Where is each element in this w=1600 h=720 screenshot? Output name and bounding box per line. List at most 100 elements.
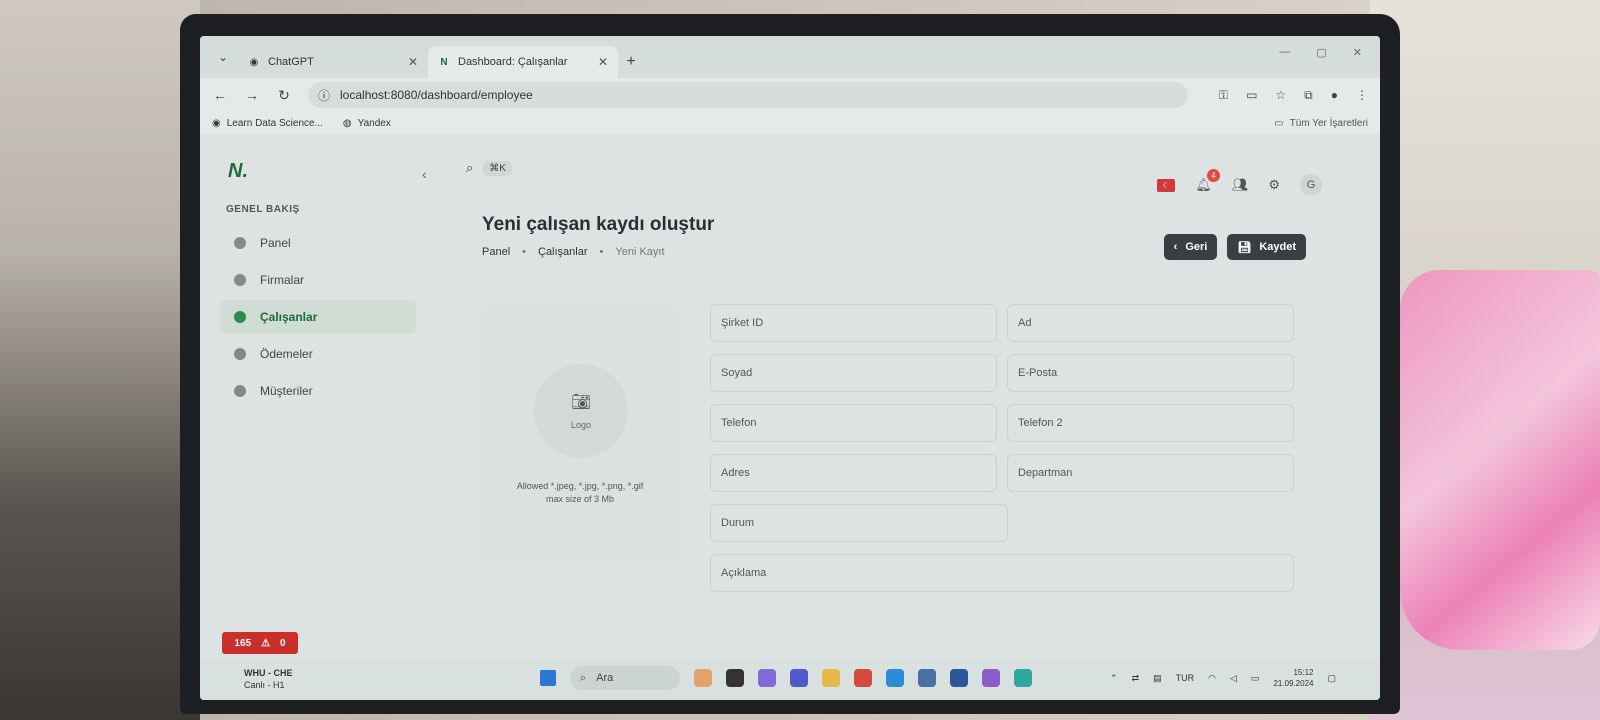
error-indicator[interactable]: 165 ⚠ 0 bbox=[222, 632, 298, 654]
back-button[interactable]: ‹ Geri bbox=[1163, 234, 1218, 260]
save-button[interactable]: 💾︎ Kaydet bbox=[1227, 234, 1306, 260]
copilot-icon[interactable] bbox=[758, 669, 776, 687]
edge-icon[interactable] bbox=[1014, 669, 1032, 687]
laptop-screen: ⌄ ◉ ChatGPT ✕ N Dashboard: Çalışanlar ✕ … bbox=[200, 36, 1380, 700]
language-indicator[interactable]: TUR bbox=[1176, 673, 1195, 683]
save-icon: 💾︎ bbox=[1237, 241, 1252, 254]
status-field[interactable]: Durum bbox=[710, 504, 1008, 542]
system-tray: ⌃ ⇄ ▤ TUR ◠ ◁ ▭ 15:12 21.09.2024 ▢ bbox=[1110, 668, 1336, 688]
camera-icon: 📷︎ bbox=[570, 394, 592, 411]
chevron-up-icon[interactable]: ⌃ bbox=[1110, 673, 1118, 684]
tab-chatgpt[interactable]: ◉ ChatGPT ✕ bbox=[238, 46, 428, 78]
upload-hint-formats: Allowed *.jpeg, *.jpg, *.png, *.gif bbox=[516, 481, 644, 491]
widgets-icon[interactable] bbox=[694, 669, 712, 687]
clock[interactable]: 15:12 21.09.2024 bbox=[1273, 668, 1313, 688]
all-bookmarks[interactable]: ▭ Tüm Yer İşaretleri bbox=[1274, 118, 1368, 129]
new-tab-button[interactable]: + bbox=[618, 46, 644, 78]
search-icon: ⌕ bbox=[580, 671, 587, 684]
email-field[interactable]: E-Posta bbox=[1007, 354, 1294, 392]
notification-center-icon[interactable]: ▢ bbox=[1327, 673, 1336, 684]
sidebar-item-firmalar[interactable]: Firmalar bbox=[220, 263, 416, 297]
key-icon[interactable]: ⚿ bbox=[1219, 88, 1228, 103]
word-icon[interactable] bbox=[950, 669, 968, 687]
notifications-button[interactable]: 🔔︎ 4 bbox=[1195, 169, 1220, 193]
tab-bar: ⌄ ◉ ChatGPT ✕ N Dashboard: Çalışanlar ✕ … bbox=[200, 36, 1380, 78]
star-icon[interactable]: ☆ bbox=[1275, 88, 1286, 103]
sidebar-item-panel[interactable]: Panel bbox=[220, 226, 416, 260]
volume-icon[interactable]: ◁ bbox=[1230, 673, 1237, 684]
close-window-icon[interactable]: ✕ bbox=[1353, 46, 1362, 59]
close-icon[interactable]: ✕ bbox=[598, 55, 608, 69]
last-name-field[interactable]: Soyad bbox=[710, 354, 997, 392]
tab-dashboard[interactable]: N Dashboard: Çalışanlar ✕ bbox=[428, 46, 618, 78]
address-bar-row: ← → ↻ ⓘ localhost:8080/dashboard/employe… bbox=[200, 78, 1380, 112]
cast-icon[interactable]: ▭ bbox=[1246, 88, 1257, 103]
contacts-icon[interactable]: 👥︎ bbox=[1232, 177, 1249, 193]
bookmark-item[interactable]: ◍ Yandex bbox=[343, 118, 391, 129]
sports-title: WHU - CHE bbox=[244, 668, 293, 678]
breadcrumb-panel[interactable]: Panel bbox=[482, 246, 510, 258]
bookmarks-bar: ◉ Learn Data Science... ◍ Yandex ▭ Tüm Y… bbox=[200, 112, 1380, 134]
maximize-icon[interactable]: ▢ bbox=[1316, 46, 1326, 59]
site-info-icon[interactable]: ⓘ bbox=[318, 87, 330, 104]
minimize-icon[interactable]: — bbox=[1279, 46, 1290, 59]
sidebar-item-musteriler[interactable]: Müşteriler bbox=[220, 374, 416, 408]
file-explorer-icon[interactable] bbox=[822, 669, 840, 687]
globe-icon: ◍ bbox=[342, 117, 352, 129]
tray-app-icon[interactable]: ▤ bbox=[1153, 673, 1162, 684]
breadcrumb-current: Yeni Kayıt bbox=[615, 246, 665, 258]
tray-app-icon[interactable]: ⇄ bbox=[1132, 673, 1140, 684]
search-trigger[interactable]: ⌕ ⌘K bbox=[466, 160, 512, 176]
forward-arrow-icon[interactable]: → bbox=[244, 87, 260, 103]
reload-icon[interactable]: ↻ bbox=[276, 87, 292, 104]
profile-icon[interactable]: ● bbox=[1331, 88, 1338, 103]
department-field[interactable]: Departman bbox=[1007, 454, 1294, 492]
breadcrumb: Panel • Çalışanlar • Yeni Kayıt bbox=[482, 246, 665, 258]
section-label: GENEL BAKIŞ bbox=[226, 204, 300, 215]
url-field[interactable]: ⓘ localhost:8080/dashboard/employee bbox=[308, 82, 1188, 108]
task-view-icon[interactable] bbox=[726, 669, 744, 687]
language-flag-icon[interactable]: ☾ bbox=[1157, 178, 1176, 192]
employee-form: Şirket ID Ad Soyad E-Posta Telefon Telef… bbox=[710, 304, 1294, 604]
taskbar-search[interactable]: ⌕ Ara bbox=[570, 666, 680, 690]
chrome-icon[interactable] bbox=[854, 669, 872, 687]
breadcrumb-separator: • bbox=[522, 246, 526, 258]
vscode-icon[interactable] bbox=[886, 669, 904, 687]
phone2-field[interactable]: Telefon 2 bbox=[1007, 404, 1294, 442]
windows-start-icon[interactable] bbox=[540, 670, 556, 686]
employees-icon bbox=[234, 311, 246, 323]
battery-icon[interactable]: ▭ bbox=[1251, 673, 1260, 684]
teams-icon[interactable] bbox=[790, 669, 808, 687]
warning-icon: ⚠ bbox=[261, 637, 271, 649]
more-icon[interactable]: ⋮ bbox=[1356, 88, 1368, 103]
visual-studio-icon[interactable] bbox=[982, 669, 1000, 687]
first-name-field[interactable]: Ad bbox=[1007, 304, 1294, 342]
taskbar-search-label: Ara bbox=[596, 672, 614, 684]
breadcrumb-calisanlar[interactable]: Çalışanlar bbox=[538, 246, 588, 258]
close-icon[interactable]: ✕ bbox=[408, 55, 418, 69]
logo-upload-dropzone[interactable]: 📷︎ Logo bbox=[534, 364, 628, 458]
dashboard-icon bbox=[234, 237, 246, 249]
back-button-label: Geri bbox=[1185, 241, 1208, 253]
sidebar-item-calisanlar[interactable]: Çalışanlar bbox=[220, 300, 416, 334]
sidebar-item-odemeler[interactable]: Ödemeler bbox=[220, 337, 416, 371]
settings-gear-icon[interactable]: ⚙ bbox=[1268, 177, 1280, 193]
notification-badge: 4 bbox=[1206, 169, 1220, 182]
extensions-icon[interactable]: ⧉ bbox=[1304, 88, 1313, 103]
avatar[interactable]: G bbox=[1300, 174, 1322, 196]
app-logo[interactable]: N. bbox=[228, 160, 248, 183]
company-id-field[interactable]: Şirket ID bbox=[710, 304, 997, 342]
address-field[interactable]: Adres bbox=[710, 454, 997, 492]
back-arrow-icon[interactable]: ← bbox=[212, 87, 228, 103]
bookmark-item[interactable]: ◉ Learn Data Science... bbox=[212, 118, 323, 129]
sports-widget[interactable]: WHU - CHE Canlı - H1 bbox=[244, 668, 293, 690]
upload-hint: Allowed *.jpeg, *.jpg, *.png, *.gif max … bbox=[482, 480, 678, 506]
breadcrumb-separator: • bbox=[599, 246, 604, 258]
chevron-left-icon[interactable]: ‹ bbox=[422, 166, 427, 182]
postgres-icon[interactable] bbox=[918, 669, 936, 687]
phone-field[interactable]: Telefon bbox=[710, 404, 997, 442]
description-field[interactable]: Açıklama bbox=[710, 554, 1294, 592]
taskbar-apps: ⌕ Ara bbox=[540, 666, 1032, 690]
wifi-icon[interactable]: ◠ bbox=[1208, 673, 1216, 684]
tab-search-icon[interactable]: ⌄ bbox=[208, 42, 238, 72]
